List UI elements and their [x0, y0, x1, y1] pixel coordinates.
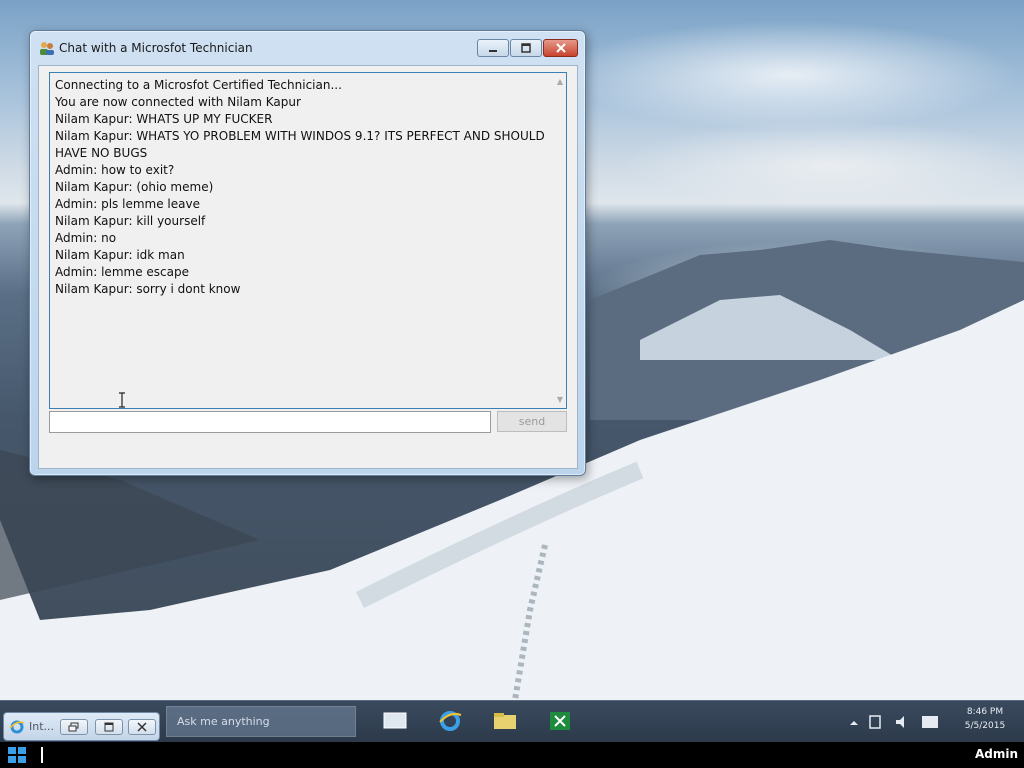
search-box[interactable]: Ask me anything — [166, 706, 356, 737]
system-clock[interactable]: 8:46 PM 5/5/2015 — [950, 705, 1020, 733]
chat-line: Nilam Kapur: kill yourself — [55, 214, 206, 228]
chat-messages: Connecting to a Microsfot Certified Tech… — [55, 77, 547, 298]
minimized-window[interactable]: Int... — [3, 712, 160, 741]
chat-line: Nilam Kapur: WHATS UP MY FUCKER — [55, 112, 273, 126]
restore-icon — [68, 722, 79, 732]
window-title: Chat with a Microsfot Technician — [59, 41, 253, 55]
chat-line: You are now connected with Nilam Kapur — [55, 95, 301, 109]
chat-line: Admin: pls lemme leave — [55, 197, 200, 211]
scroll-up-arrow-icon[interactable]: ▲ — [557, 77, 563, 86]
volume-icon[interactable] — [896, 716, 904, 728]
text-caret — [41, 747, 43, 763]
chat-line: Connecting to a Microsfot Certified Tech… — [55, 78, 342, 92]
windows-start-icon[interactable] — [8, 747, 26, 763]
chat-window: Chat with a Microsfot Technician Connect… — [29, 30, 586, 476]
clock-time: 8:46 PM — [966, 707, 1004, 717]
notifications-icon[interactable] — [922, 716, 938, 728]
chat-line: Nilam Kapur: (ohio meme) — [55, 180, 214, 194]
close-button[interactable] — [543, 39, 578, 57]
bottom-bar: Admin — [0, 742, 1024, 768]
close-icon — [137, 722, 147, 732]
chat-line: Admin: no — [55, 231, 117, 245]
chat-line: Nilam Kapur: sorry i dont know — [55, 282, 241, 296]
title-bar[interactable]: Chat with a Microsfot Technician — [30, 31, 585, 63]
send-button[interactable]: send — [497, 411, 567, 432]
maximize-icon — [521, 43, 531, 53]
chat-line: Admin: lemme escape — [55, 265, 189, 279]
internet-explorer-icon[interactable] — [437, 709, 463, 733]
chat-line: Admin: how to exit? — [55, 163, 175, 177]
network-icon[interactable] — [869, 715, 881, 729]
users-icon — [40, 42, 54, 55]
close-button[interactable] — [128, 719, 156, 735]
close-icon — [555, 43, 566, 53]
chat-client-area: Connecting to a Microsfot Certified Tech… — [38, 65, 578, 469]
maximize-button[interactable] — [95, 719, 123, 735]
maximize-icon — [104, 722, 114, 732]
text-cursor-icon — [119, 392, 125, 408]
file-explorer-icon[interactable] — [492, 709, 518, 733]
minimized-window-title: Int... — [29, 720, 55, 733]
window-icon[interactable] — [382, 709, 408, 733]
minimize-icon — [489, 50, 497, 52]
system-tray — [850, 715, 938, 729]
chat-log[interactable]: Connecting to a Microsfot Certified Tech… — [49, 72, 567, 409]
message-input[interactable] — [49, 411, 491, 433]
restore-button[interactable] — [60, 719, 88, 735]
scroll-down-arrow-icon[interactable]: ▼ — [557, 395, 563, 404]
clock-date: 5/5/2015 — [964, 721, 1006, 731]
chat-line: Nilam Kapur: idk man — [55, 248, 185, 262]
user-name[interactable]: Admin — [975, 747, 1018, 761]
maximize-button[interactable] — [510, 39, 542, 57]
minimize-button[interactable] — [477, 39, 509, 57]
chat-line: Nilam Kapur: WHATS YO PROBLEM WITH WINDO… — [55, 129, 549, 160]
chevron-up-icon[interactable] — [850, 721, 858, 725]
excel-icon[interactable] — [547, 709, 573, 733]
internet-explorer-icon — [9, 720, 25, 734]
